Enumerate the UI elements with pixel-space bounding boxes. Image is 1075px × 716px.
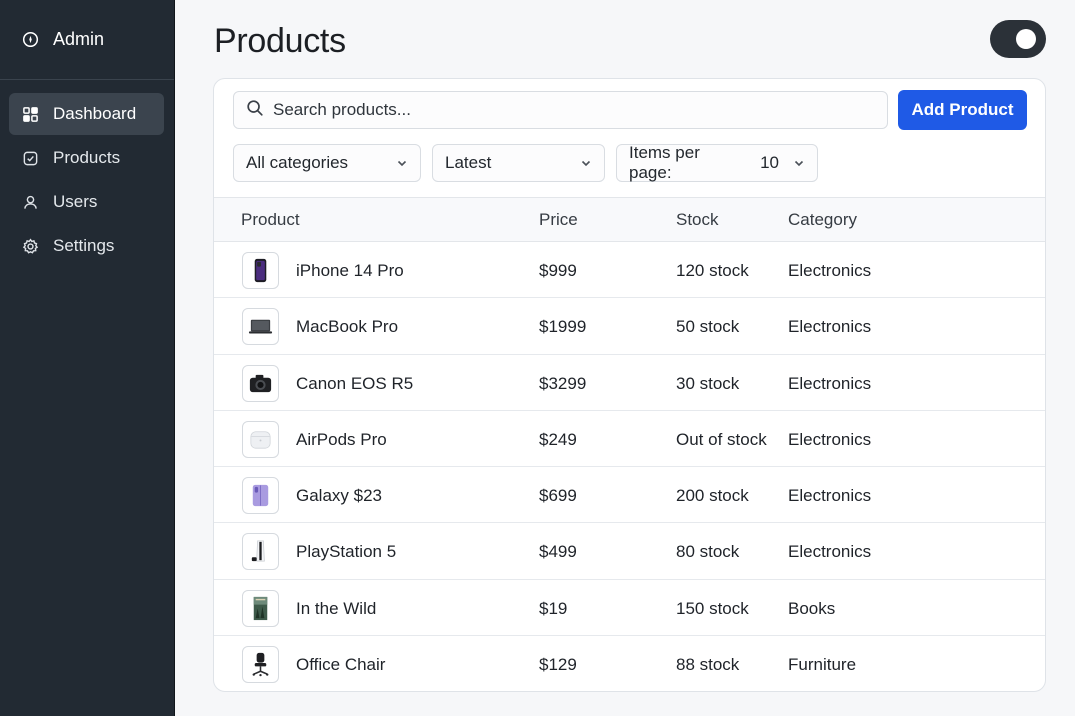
table-row[interactable]: iPhone 14 Pro $999 120 stock Electronics: [214, 242, 1045, 299]
earbuds-case-icon: [242, 420, 279, 458]
product-stock: 150 stock: [676, 598, 749, 618]
product-name: Galaxy $23: [296, 486, 382, 506]
sidebar-item-products[interactable]: Products: [9, 137, 164, 179]
table-row[interactable]: In the Wild $19 150 stock Books: [214, 580, 1045, 637]
compass-icon: [22, 31, 39, 48]
console-icon: [242, 533, 279, 571]
table-row[interactable]: AirPods Pro $249 Out of stock Electronic…: [214, 411, 1045, 468]
product-stock: 30 stock: [676, 373, 740, 393]
sidebar-item-settings[interactable]: Settings: [9, 225, 164, 267]
product-name: iPhone 14 Pro: [296, 261, 404, 280]
product-stock: 50 stock: [676, 317, 740, 337]
product-category: Electronics: [788, 373, 872, 393]
category-select[interactable]: All categories: [233, 144, 421, 182]
product-stock: 200 stock: [676, 486, 749, 506]
product-price: $129: [539, 655, 577, 675]
product-price: $499: [539, 542, 577, 562]
sort-select[interactable]: Latest: [432, 144, 605, 182]
product-category: Electronics: [788, 317, 872, 337]
column-header-price[interactable]: Price: [539, 210, 578, 230]
column-header-stock[interactable]: Stock: [676, 210, 719, 230]
product-price: $999: [539, 261, 577, 280]
per-page-label: Items per page:: [629, 143, 700, 182]
chevron-down-icon: [396, 157, 408, 169]
product-name: AirPods Pro: [296, 429, 387, 449]
product-price: $1999: [539, 317, 587, 337]
sidebar-item-dashboard[interactable]: Dashboard: [9, 93, 164, 135]
product-name: Office Chair: [296, 655, 386, 675]
product-stock: Out of stock: [676, 429, 767, 449]
product-stock: 120 stock: [676, 261, 749, 280]
theme-toggle[interactable]: [990, 20, 1046, 58]
users-icon: [22, 194, 39, 211]
product-name: PlayStation 5: [296, 542, 397, 562]
product-name: In the Wild: [296, 598, 377, 618]
product-category: Electronics: [788, 486, 872, 506]
sidebar-nav: Dashboard Products Users Settings: [0, 80, 174, 267]
table-body: iPhone 14 Pro $999 120 stock Electronics…: [214, 242, 1045, 691]
product-price: $3299: [539, 373, 587, 393]
sidebar-item-label: Settings: [53, 236, 115, 255]
add-product-button[interactable]: Add Product: [898, 90, 1027, 130]
foldable-phone-icon: [242, 477, 279, 515]
brand[interactable]: Admin: [0, 0, 174, 80]
product-stock: 80 stock: [676, 542, 740, 562]
table-row[interactable]: MacBook Pro $1999 50 stock Electronics: [214, 298, 1045, 355]
toggle-knob: [1016, 29, 1036, 49]
table-row[interactable]: Office Chair $129 88 stock Furniture: [214, 636, 1045, 691]
sidebar: Admin Dashboard Products Users Settings: [0, 0, 175, 716]
products-card: Add Product All categories Latest Items …: [213, 78, 1046, 692]
office-chair-icon: [242, 646, 279, 684]
search-input[interactable]: [273, 100, 853, 120]
chevron-down-icon: [793, 157, 805, 169]
phone-icon: [242, 252, 279, 289]
table-row[interactable]: Canon EOS R5 $3299 30 stock Electronics: [214, 355, 1045, 411]
dashboard-icon: [22, 106, 39, 123]
product-price: $699: [539, 486, 577, 506]
book-cover-icon: [242, 589, 279, 627]
product-name: MacBook Pro: [296, 317, 399, 337]
column-header-product[interactable]: Product: [241, 210, 300, 230]
chevron-down-icon: [580, 157, 592, 169]
page-title: Products: [214, 22, 346, 60]
table-row[interactable]: Galaxy $23 $699 200 stock Electronics: [214, 467, 1045, 524]
product-price: $249: [539, 429, 577, 449]
product-stock: 88 stock: [676, 655, 740, 675]
settings-icon: [22, 238, 39, 255]
column-header-category[interactable]: Category: [788, 210, 857, 230]
laptop-icon: [242, 308, 279, 346]
per-page-select[interactable]: Items per page: 10: [616, 143, 818, 182]
table-row[interactable]: PlayStation 5 $499 80 stock Electronics: [214, 523, 1045, 580]
product-category: Electronics: [788, 261, 872, 280]
sidebar-item-label: Users: [53, 192, 98, 211]
sidebar-item-users[interactable]: Users: [9, 181, 164, 223]
brand-label: Admin: [53, 29, 105, 49]
sidebar-item-label: Dashboard: [53, 104, 137, 123]
camera-icon: [242, 364, 279, 402]
category-select-value: All categories: [246, 153, 349, 172]
sidebar-item-label: Products: [53, 148, 121, 167]
search-box[interactable]: [233, 91, 888, 129]
products-icon: [22, 150, 39, 167]
table-header: Product Price Stock Category: [214, 197, 1045, 242]
product-category: Electronics: [788, 429, 872, 449]
per-page-value: 10: [760, 153, 779, 172]
product-category: Electronics: [788, 542, 872, 562]
product-price: $19: [539, 598, 568, 618]
sort-select-value: Latest: [445, 153, 492, 172]
search-icon: [246, 99, 264, 122]
product-category: Furniture: [788, 655, 857, 675]
product-category: Books: [788, 598, 836, 618]
product-name: Canon EOS R5: [296, 373, 414, 393]
